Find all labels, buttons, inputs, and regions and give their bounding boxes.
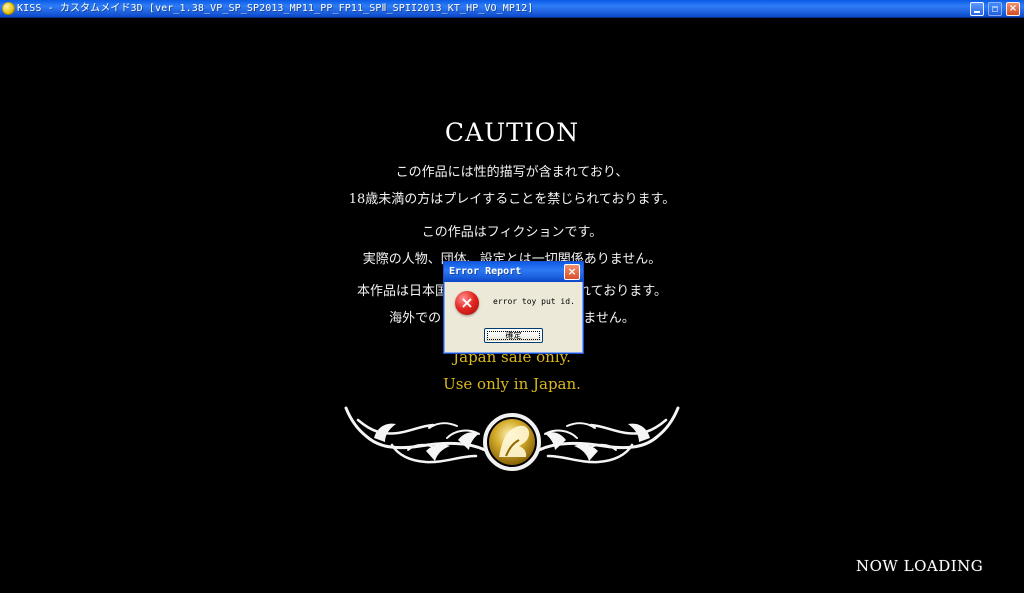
- now-loading-text: NOW LOADING: [856, 557, 984, 575]
- error-dialog-close-button[interactable]: ×: [564, 264, 580, 280]
- app-icon: [2, 2, 15, 15]
- minimize-icon: [974, 11, 980, 13]
- error-message: error toy put id.: [493, 297, 575, 306]
- error-dialog-title: Error Report: [449, 266, 522, 277]
- close-button[interactable]: ×: [1006, 2, 1020, 16]
- minimize-button[interactable]: [970, 2, 984, 16]
- window-title: KISS - カスタムメイド3D [ver_1.38_VP_SP_SP2013_…: [17, 3, 534, 14]
- close-icon: ×: [1008, 3, 1018, 14]
- caution-line-3: この作品はフィクションです。: [421, 225, 603, 240]
- window-titlebar[interactable]: KISS - カスタムメイド3D [ver_1.38_VP_SP_SP2013_…: [0, 0, 1024, 18]
- error-dialog[interactable]: Error Report × × error toy put id. 確定: [443, 261, 584, 354]
- ok-button[interactable]: 確定: [484, 328, 543, 343]
- caution-line-1: この作品には性的描写が含まれており、: [395, 165, 629, 180]
- error-icon: ×: [455, 291, 479, 315]
- ornament-emblem: [344, 406, 680, 471]
- caution-line-2: 18歳未満の方はプレイすることを禁じられております。: [348, 192, 676, 207]
- maximize-button[interactable]: [988, 2, 1002, 16]
- close-icon: ×: [567, 265, 577, 278]
- caution-heading: CAUTION: [444, 118, 580, 147]
- error-x-icon: ×: [460, 293, 474, 312]
- japan-use-line: Use only in Japan.: [443, 375, 581, 393]
- ok-button-label: 確定: [505, 331, 522, 340]
- error-dialog-titlebar[interactable]: Error Report ×: [444, 262, 583, 282]
- game-window: KISS - カスタムメイド3D [ver_1.38_VP_SP_SP2013_…: [0, 0, 1024, 593]
- maximize-icon: [992, 6, 998, 12]
